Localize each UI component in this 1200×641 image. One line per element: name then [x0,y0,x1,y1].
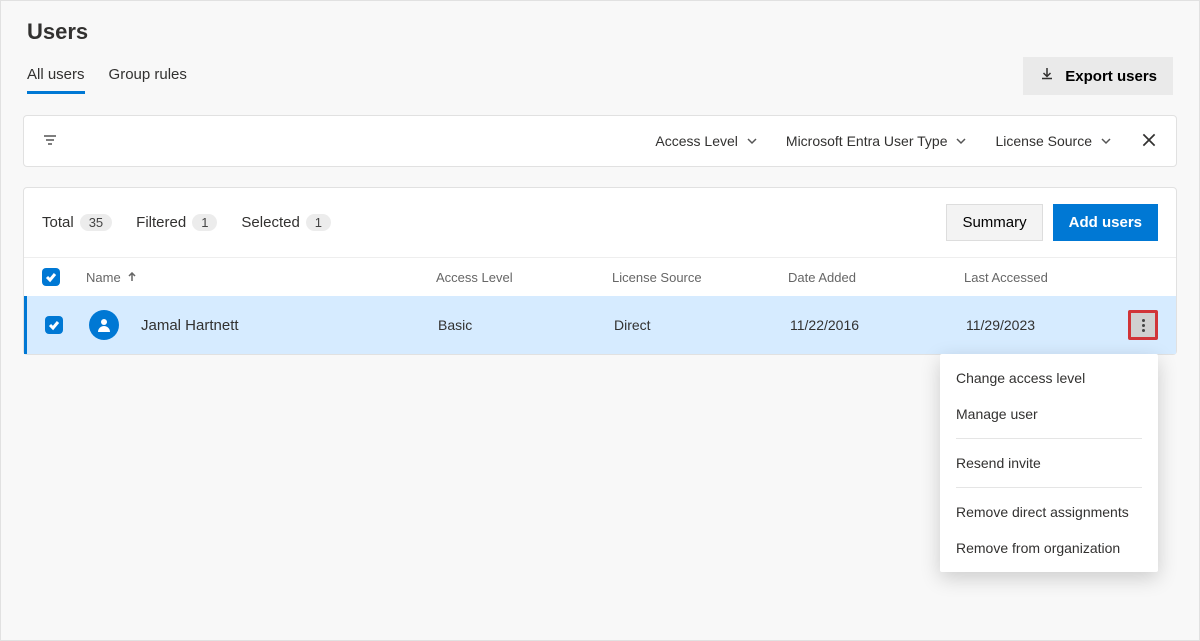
cell-last-accessed: 11/29/2023 [966,317,1128,333]
menu-remove-org[interactable]: Remove from organization [940,530,1158,566]
column-last-accessed[interactable]: Last Accessed [964,270,1158,285]
counts-row: Total 35 Filtered 1 Selected 1 Summary A… [24,188,1176,257]
avatar [89,310,119,340]
row-checkbox[interactable] [45,316,63,334]
sort-ascending-icon [127,272,137,282]
menu-separator [956,438,1142,439]
chevron-down-icon [1100,135,1112,147]
selected-label: Selected [241,214,299,231]
download-icon [1039,66,1055,86]
page-title: Users [1,1,1199,57]
users-panel: Total 35 Filtered 1 Selected 1 Summary A… [23,187,1177,355]
cell-access-level: Basic [438,317,614,333]
menu-resend-invite[interactable]: Resend invite [940,445,1158,481]
filtered-label: Filtered [136,214,186,231]
table-row[interactable]: Jamal Hartnett Basic Direct 11/22/2016 1… [24,296,1176,354]
column-date-added[interactable]: Date Added [788,270,964,285]
close-icon[interactable] [1112,131,1158,152]
menu-manage-user[interactable]: Manage user [940,396,1158,432]
menu-separator [956,487,1142,488]
filter-icon[interactable] [42,132,58,151]
tab-all-users[interactable]: All users [27,58,85,94]
filtered-count: 1 [192,214,217,231]
chevron-down-icon [955,135,967,147]
tab-row: All users Group rules Export users [1,57,1199,95]
selected-count: 1 [306,214,331,231]
total-count: 35 [80,214,112,231]
chevron-down-icon [746,135,758,147]
tab-group-rules[interactable]: Group rules [109,58,187,94]
menu-remove-direct[interactable]: Remove direct assignments [940,494,1158,530]
column-license-source[interactable]: License Source [612,270,788,285]
total-label: Total [42,214,74,231]
context-menu: Change access level Manage user Resend i… [940,354,1158,572]
select-all-checkbox[interactable] [42,268,60,286]
cell-date-added: 11/22/2016 [790,317,966,333]
add-users-button[interactable]: Add users [1053,204,1158,241]
filter-license-source-label: License Source [995,133,1092,149]
filter-access-level[interactable]: Access Level [655,133,757,149]
filter-access-level-label: Access Level [655,133,737,149]
summary-button[interactable]: Summary [946,204,1042,241]
cell-license-source: Direct [614,317,790,333]
filter-license-source[interactable]: License Source [995,133,1112,149]
table-header: Name Access Level License Source Date Ad… [24,257,1176,296]
more-vertical-icon [1142,319,1145,332]
menu-change-access-level[interactable]: Change access level [940,360,1158,396]
filter-entra-user-type-label: Microsoft Entra User Type [786,133,948,149]
cell-name: Jamal Hartnett [141,317,438,334]
column-name[interactable]: Name [86,270,436,285]
filter-entra-user-type[interactable]: Microsoft Entra User Type [786,133,968,149]
column-access-level[interactable]: Access Level [436,270,612,285]
export-users-button[interactable]: Export users [1023,57,1173,95]
filter-bar: Access Level Microsoft Entra User Type L… [23,115,1177,167]
row-actions-button[interactable] [1128,310,1158,340]
export-users-label: Export users [1065,68,1157,85]
column-name-label: Name [86,270,121,285]
